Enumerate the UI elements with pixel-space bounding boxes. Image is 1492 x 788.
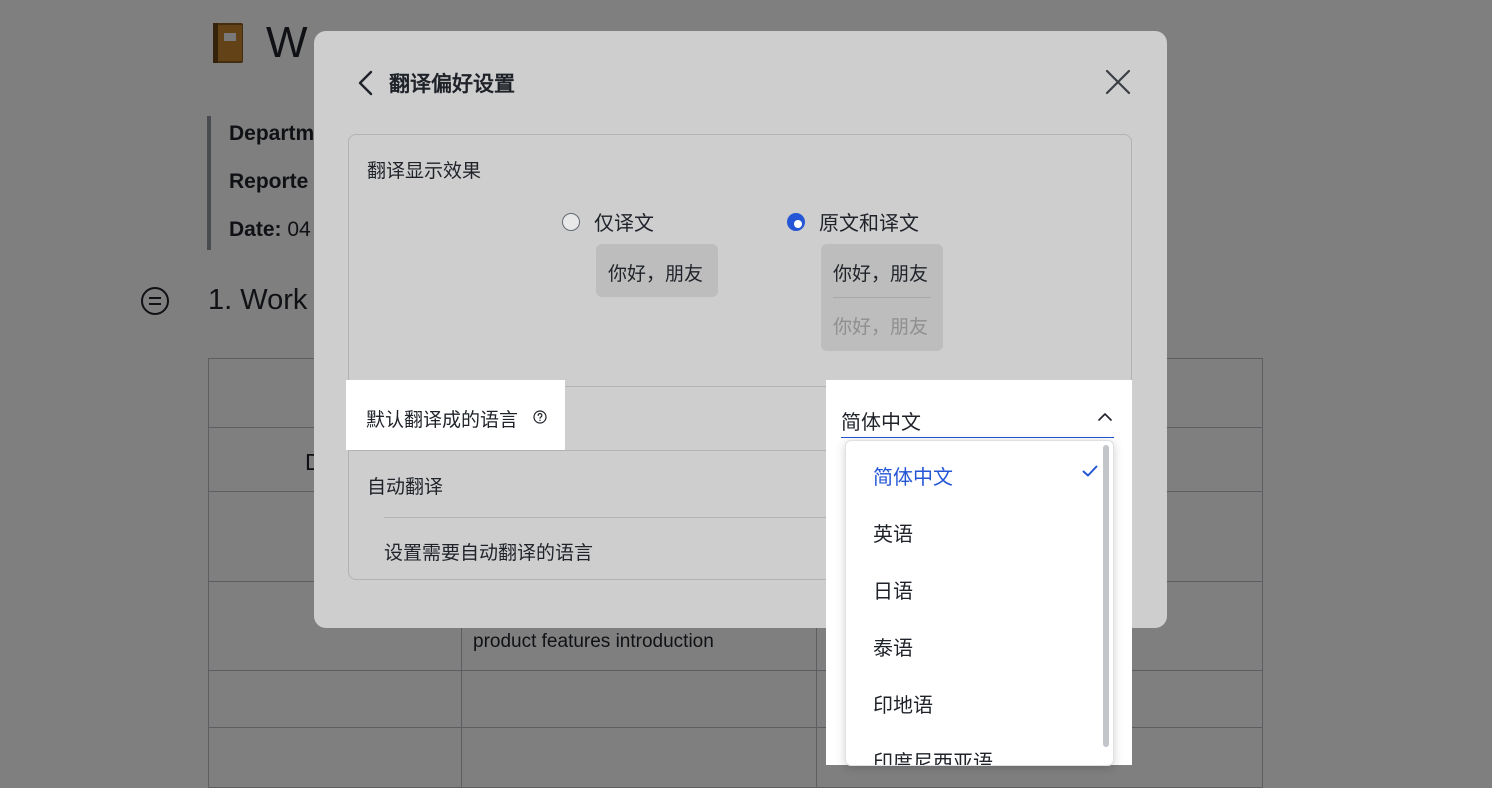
radio-circle[interactable] [562,212,580,231]
radio-label: 原文和译文 [819,213,919,235]
preview-text-original: 你好，朋友 [833,264,929,285]
preview-original-and-translation: 你好，朋友 你好，朋友 [821,244,943,351]
radio-translation-only[interactable]: 仅译文 [562,207,654,236]
dropdown-option-english[interactable]: 英语 [846,500,1113,557]
option-label: 泰语 [873,638,913,660]
display-effect-label: 翻译显示效果 [367,161,482,182]
back-icon[interactable] [354,69,378,97]
option-label: 英语 [873,524,913,546]
radio-circle-checked[interactable] [787,212,805,231]
auto-translate-label: 自动翻译 [367,477,444,498]
option-label: 简体中文 [873,467,953,489]
preview-text-translation: 你好，朋友 [833,317,929,338]
auto-translate-languages-link[interactable]: 设置需要自动翻译的语言 [384,538,593,565]
option-label: 日语 [873,581,913,603]
close-icon[interactable] [1104,68,1132,96]
dropdown-option-japanese[interactable]: 日语 [846,557,1113,614]
modal-title: 翻译偏好设置 [389,73,515,96]
default-language-label: 默认翻译成的语言 [366,410,519,431]
dropdown-option-thai[interactable]: 泰语 [846,614,1113,671]
help-icon[interactable] [533,410,547,424]
check-icon [1082,465,1098,477]
modal-header: 翻译偏好设置 [314,31,1167,135]
radio-original-and-translation[interactable]: 原文和译文 [787,207,919,236]
dropdown-option-indonesian[interactable]: 印度尼西亚语 [846,728,1113,766]
dropdown-scrollbar[interactable] [1103,445,1109,747]
default-language-label-highlight: 默认翻译成的语言 [346,380,565,450]
dropdown-option-hindi[interactable]: 印地语 [846,671,1113,728]
chevron-up-icon [1098,413,1112,421]
preview-translation-only: 你好，朋友 [596,244,718,297]
preview-divider [833,297,931,298]
option-label: 印地语 [873,695,933,717]
option-label: 印度尼西亚语 [873,752,993,766]
radio-label: 仅译文 [594,213,654,235]
select-value: 简体中文 [841,412,921,434]
default-language-select[interactable]: 简体中文 [841,400,1114,438]
language-dropdown: 简体中文 英语 日语 泰语 印地语 印度尼西亚语 [845,440,1114,766]
dropdown-option-simplified-chinese[interactable]: 简体中文 [846,443,1113,500]
preview-text: 你好，朋友 [608,264,704,285]
